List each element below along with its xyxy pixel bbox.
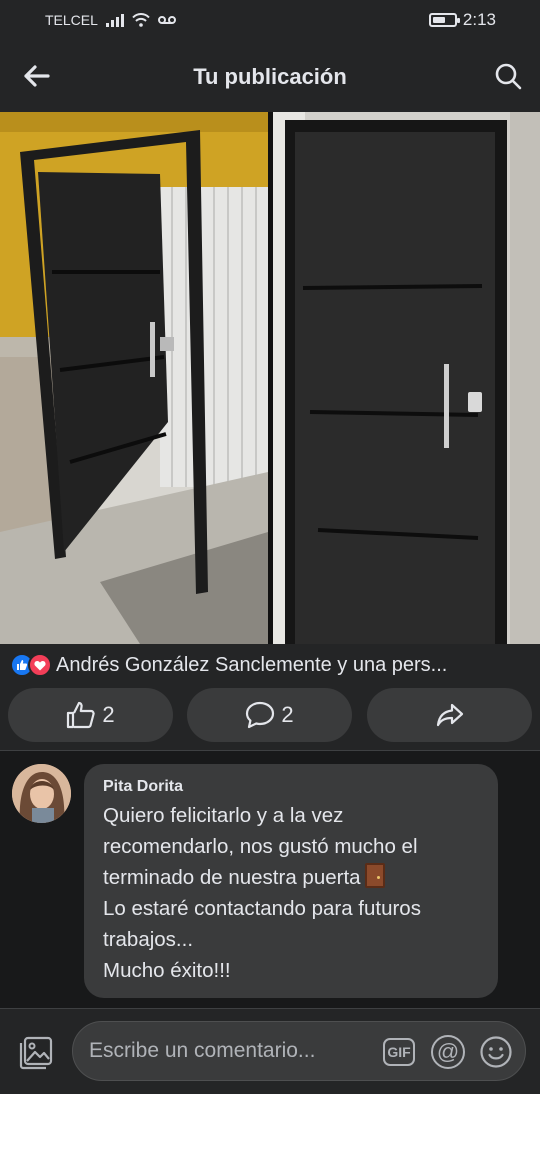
- reactions-text: Andrés González Sanclemente y una pers..…: [56, 653, 448, 676]
- battery-level: [432, 17, 445, 23]
- comment-text: Quiero felicitarlo y a la vez recomendar…: [103, 800, 480, 986]
- comment-line: terminado de nuestra puerta: [103, 866, 361, 889]
- comment-input[interactable]: [89, 1022, 379, 1080]
- search-icon: [495, 63, 522, 90]
- comment-icon: [246, 701, 275, 729]
- carrier-label: TELCEL: [45, 12, 98, 28]
- wifi-icon: [132, 13, 150, 27]
- arrow-left-icon: [24, 65, 50, 87]
- back-button[interactable]: [18, 58, 54, 94]
- image-icon: [19, 1036, 53, 1070]
- status-right: 2:13: [428, 10, 496, 30]
- clock: 2:13: [462, 10, 496, 29]
- reaction-icons: [10, 653, 52, 677]
- post-actions: 2 2: [8, 688, 532, 742]
- comment-line: Lo estaré contactando para futuros: [103, 897, 421, 920]
- header: Tu publicación: [0, 40, 540, 112]
- door-emoji-icon: [364, 863, 385, 888]
- like-button[interactable]: 2: [8, 688, 173, 742]
- comment-input-container: GIF @: [72, 1021, 526, 1081]
- comment-count: 2: [281, 702, 294, 727]
- comments-section: Pita Dorita Quiero felicitarlo y a la ve…: [0, 750, 540, 1008]
- search-button[interactable]: [490, 58, 526, 94]
- comment-line: Mucho éxito!!!: [103, 959, 231, 982]
- avatar[interactable]: [12, 764, 71, 823]
- reactions-summary[interactable]: Andrés González Sanclemente y una pers..…: [10, 651, 535, 679]
- love-icon: [28, 653, 52, 677]
- post-photo[interactable]: [0, 112, 540, 644]
- comment-bubble[interactable]: Pita Dorita Quiero felicitarlo y a la ve…: [84, 764, 498, 998]
- status-bar: TELCEL 2:13: [0, 0, 540, 40]
- app-screen: TELCEL 2:13 Tu publicación Andrés Gonzál…: [0, 0, 540, 1094]
- voicemail-icon: [157, 16, 176, 24]
- emoji-icon[interactable]: [479, 1035, 513, 1069]
- thumbs-up-icon: [67, 701, 96, 729]
- share-button[interactable]: [367, 688, 532, 742]
- avatar-image: [12, 764, 71, 823]
- comment-button[interactable]: 2: [187, 688, 352, 742]
- comment-line-with-emoji: terminado de nuestra puerta: [103, 862, 480, 893]
- comment-composer: GIF @: [0, 1008, 540, 1094]
- like-count: 2: [102, 702, 115, 727]
- comment-line: trabajos...: [103, 928, 194, 951]
- gif-button[interactable]: GIF: [383, 1038, 415, 1066]
- page-title: Tu publicación: [193, 64, 347, 89]
- door-photo-image: [0, 112, 540, 644]
- photo-attach-button[interactable]: [16, 1033, 56, 1073]
- mention-button[interactable]: @: [431, 1035, 465, 1069]
- comment-line: recomendarlo, nos gustó mucho el: [103, 835, 418, 858]
- comment-line: Quiero felicitarlo y a la vez: [103, 804, 344, 827]
- battery-icon: [428, 13, 460, 27]
- status-left: TELCEL: [45, 12, 176, 28]
- comment-author[interactable]: Pita Dorita: [103, 778, 480, 796]
- signal-icon: [105, 13, 124, 27]
- share-icon: [436, 703, 463, 727]
